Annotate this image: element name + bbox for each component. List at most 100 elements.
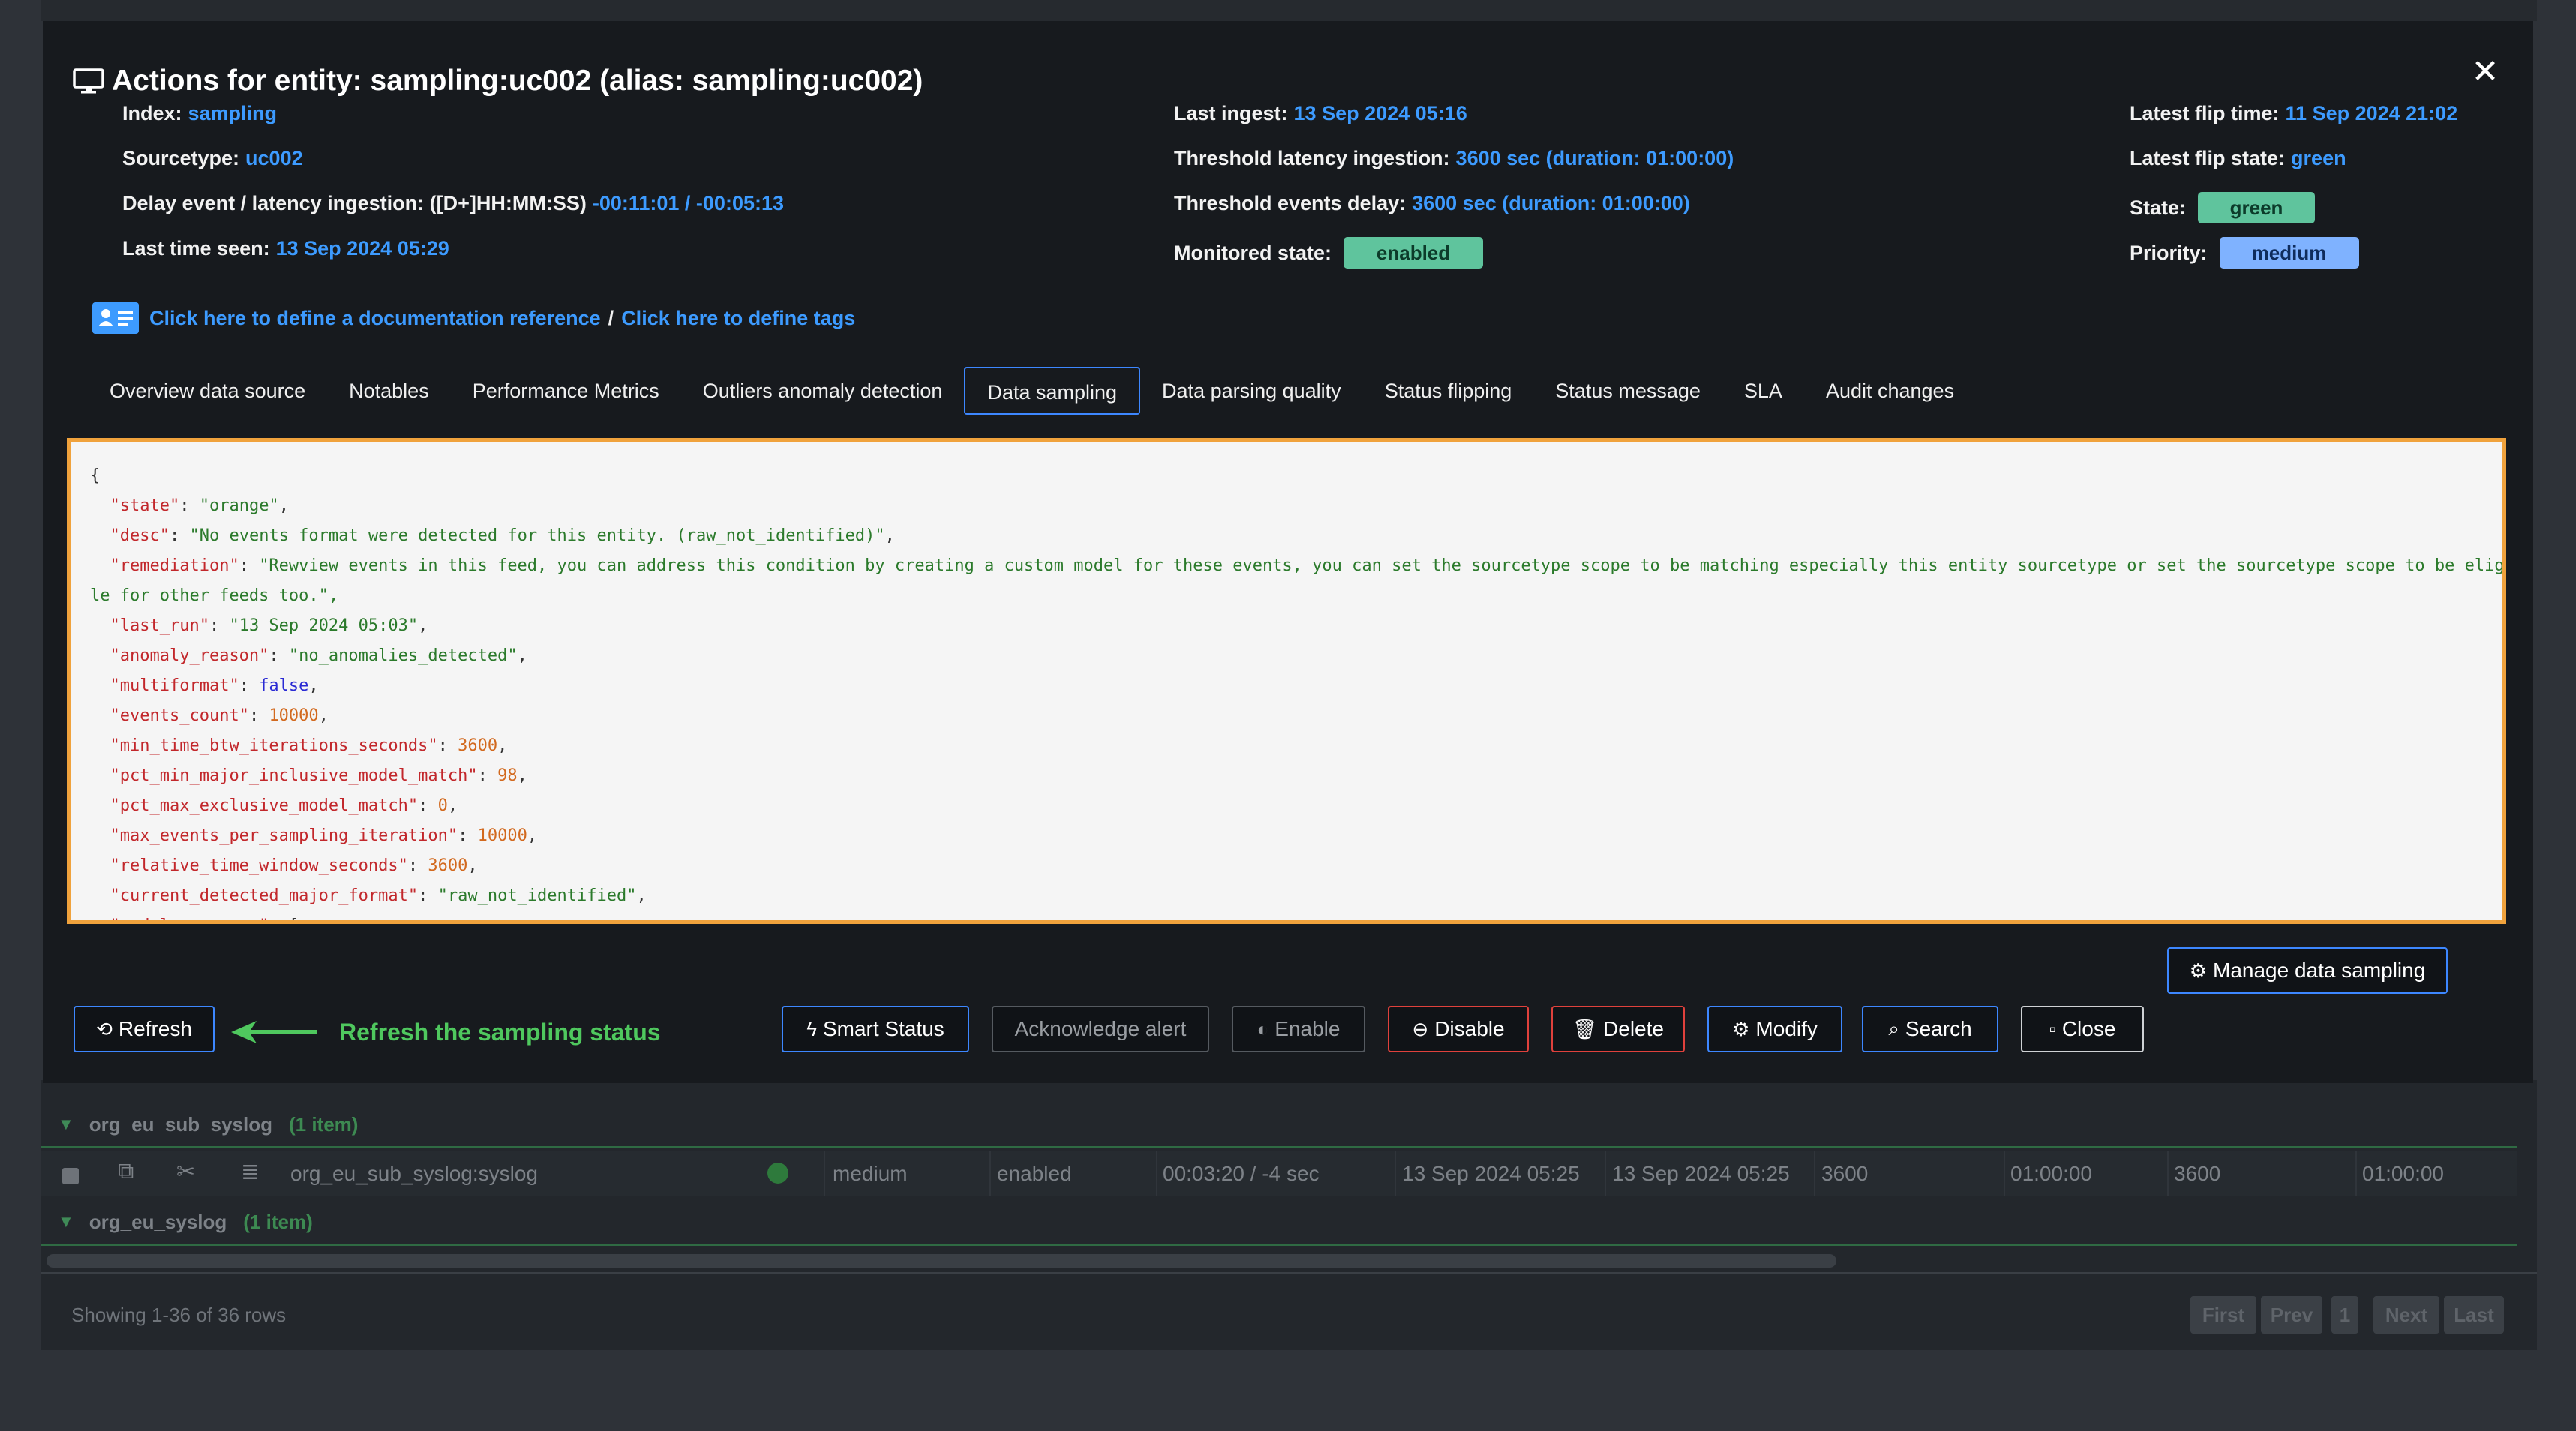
tab-data-parsing-quality[interactable]: Data parsing quality: [1140, 367, 1363, 415]
refresh-button[interactable]: ⟲ Refresh: [74, 1006, 215, 1052]
disable-button[interactable]: ⊖ Disable: [1388, 1006, 1529, 1052]
column-separator: [824, 1151, 825, 1196]
json-key: "max_events_per_sampling_iteration": [110, 826, 458, 845]
meta-label: Latest flip state:: [2130, 147, 2286, 170]
json-line: "events_count": 10000,: [110, 706, 329, 725]
smart-status-button[interactable]: ϟ Smart Status: [782, 1006, 969, 1052]
sampling-json-viewer[interactable]: { "state": "orange", "desc": "No events …: [67, 438, 2506, 924]
json-line: "desc": "No events format were detected …: [110, 526, 895, 545]
pager-first-button[interactable]: First: [2190, 1296, 2256, 1334]
table-row[interactable]: ⧉ ✂ ≣ org_eu_sub_syslog:syslog medium en…: [41, 1151, 2517, 1196]
json-key: "multiformat": [110, 676, 239, 695]
meta-sourcetype: Sourcetype: uc002: [122, 147, 303, 170]
priority-cell: medium: [833, 1162, 908, 1185]
documentation-link[interactable]: Click here to define a documentation ref…: [149, 307, 601, 330]
json-line: "models_summary": [: [90, 911, 2502, 920]
meta-label: Priority:: [2130, 241, 2208, 264]
group-divider: [41, 1146, 2517, 1148]
meta-value: 3600 sec (duration: 01:00:00): [1412, 192, 1690, 214]
json-value: "raw_not_identified": [437, 886, 637, 905]
meta-value: 3600 sec (duration: 01:00:00): [1455, 147, 1734, 170]
tab-performance-metrics[interactable]: Performance Metrics: [451, 367, 681, 415]
column-separator: [1156, 1151, 1157, 1196]
pager-last-button[interactable]: Last: [2444, 1296, 2504, 1334]
monitored-state-badge: enabled: [1344, 237, 1484, 268]
search-icon: ⌕: [1888, 1017, 1899, 1040]
column-separator: [1605, 1151, 1606, 1196]
database-icon: ≣: [241, 1160, 260, 1184]
button-label: Manage data sampling: [2213, 958, 2426, 982]
meta-flip-state: Latest flip state: green: [2130, 147, 2346, 170]
last-ingest-cell: 13 Sep 2024 05:25: [1402, 1162, 1580, 1185]
square-icon: ▫: [2049, 1017, 2056, 1040]
json-value: "No events format were detected for this…: [189, 526, 885, 545]
horizontal-scrollbar[interactable]: [47, 1254, 1836, 1268]
pager-page-1[interactable]: 1: [2331, 1296, 2358, 1334]
button-label: Search: [1905, 1017, 1972, 1040]
json-value: "13 Sep 2024 05:03": [229, 616, 419, 635]
tab-status-message[interactable]: Status message: [1533, 367, 1722, 415]
close-icon[interactable]: ✕: [2470, 54, 2500, 90]
meta-value[interactable]: sampling: [188, 102, 278, 125]
close-button[interactable]: ▫ Close: [2021, 1006, 2144, 1052]
meta-last-seen: Last time seen: 13 Sep 2024 05:29: [122, 237, 449, 260]
tools-icon[interactable]: ✂: [176, 1159, 195, 1185]
json-key: "state": [110, 496, 180, 515]
tags-link[interactable]: Click here to define tags: [621, 307, 855, 330]
manage-data-sampling-button[interactable]: ⚙ Manage data sampling: [2167, 947, 2448, 994]
json-line: le for other feeds too.",: [90, 581, 2502, 611]
meta-flip-time: Latest flip time: 11 Sep 2024 21:02: [2130, 102, 2457, 125]
open-external-icon[interactable]: ⧉: [118, 1159, 134, 1184]
duration-cell: 01:00:00: [2010, 1162, 2092, 1185]
json-line: "pct_min_major_inclusive_model_match": 9…: [110, 766, 527, 785]
meta-label: Threshold events delay:: [1174, 192, 1407, 214]
column-separator: [2355, 1151, 2357, 1196]
trash-icon: 🗑: [1572, 1017, 1598, 1040]
enable-button[interactable]: ◐ Enable: [1232, 1006, 1365, 1052]
meta-value[interactable]: uc002: [245, 147, 303, 170]
acknowledge-alert-button[interactable]: Acknowledge alert: [992, 1006, 1209, 1052]
meta-state: State: green: [2130, 192, 2316, 224]
meta-value: -00:11:01 / -00:05:13: [592, 192, 784, 214]
json-line: {: [90, 461, 2502, 491]
sliders-icon: ⚙: [1732, 1017, 1750, 1040]
tab-outliers-anomaly-detection[interactable]: Outliers anomaly detection: [681, 367, 965, 415]
json-line: "last_run": "13 Sep 2024 05:03",: [110, 616, 428, 635]
json-line: "max_events_per_sampling_iteration": 100…: [110, 826, 538, 845]
meta-label: Monitored state:: [1174, 241, 1332, 264]
json-line: "min_time_btw_iterations_seconds": 3600,: [110, 736, 508, 755]
pager-prev-button[interactable]: Prev: [2261, 1296, 2322, 1334]
pager-next-button[interactable]: Next: [2373, 1296, 2439, 1334]
row-checkbox[interactable]: [62, 1168, 79, 1184]
tab-audit-changes[interactable]: Audit changes: [1804, 367, 1976, 415]
group-row-org-eu-sub-syslog[interactable]: ▼ org_eu_sub_syslog (1 item): [41, 1102, 2517, 1147]
json-value: false: [259, 676, 309, 695]
json-value: [: [289, 916, 299, 920]
meta-label: Sourcetype:: [122, 147, 240, 170]
json-key: "last_run": [110, 616, 209, 635]
tab-overview-data-source[interactable]: Overview data source: [88, 367, 327, 415]
meta-value: 11 Sep 2024 21:02: [2285, 102, 2458, 124]
group-row-org-eu-syslog[interactable]: ▼ org_eu_syslog (1 item): [41, 1199, 2517, 1244]
json-key: "desc": [110, 526, 170, 545]
tab-data-sampling[interactable]: Data sampling: [964, 367, 1141, 415]
toggle-icon: ◐: [1256, 1017, 1269, 1040]
link-separator: /: [608, 306, 614, 329]
meta-label: Last ingest:: [1174, 102, 1288, 124]
meta-monitored-state: Monitored state: enabled: [1174, 237, 1484, 268]
delete-button[interactable]: 🗑 Delete: [1551, 1006, 1685, 1052]
json-key: "current_detected_major_format": [110, 886, 419, 905]
meta-delay: Delay event / latency ingestion: ([D+]HH…: [122, 192, 784, 215]
tab-status-flipping[interactable]: Status flipping: [1363, 367, 1534, 415]
json-value: 10000: [269, 706, 319, 725]
monitor-icon: [73, 68, 104, 94]
search-button[interactable]: ⌕ Search: [1862, 1006, 1998, 1052]
json-key: "relative_time_window_seconds": [110, 856, 408, 875]
modify-button[interactable]: ⚙ Modify: [1707, 1006, 1842, 1052]
tab-sla[interactable]: SLA: [1722, 367, 1804, 415]
table-bottom-border: [41, 1272, 2537, 1274]
threshold-cell: 3600: [2174, 1162, 2221, 1185]
delay-cell: 00:03:20 / -4 sec: [1163, 1162, 1320, 1185]
tab-notables[interactable]: Notables: [327, 367, 451, 415]
button-label: Enable: [1274, 1017, 1341, 1040]
